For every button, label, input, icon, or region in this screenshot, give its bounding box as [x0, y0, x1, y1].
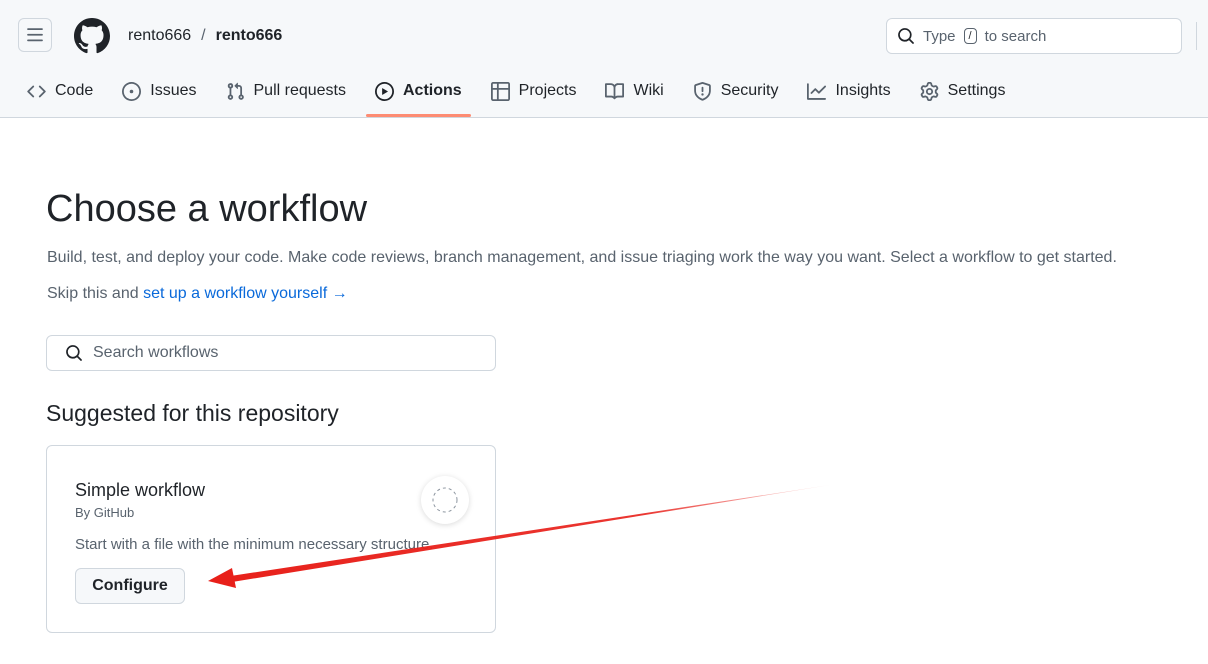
tab-insights[interactable]: Insights [798, 66, 899, 116]
configure-button[interactable]: Configure [75, 568, 185, 604]
table-icon [490, 81, 510, 101]
hamburger-menu-button[interactable] [18, 18, 52, 52]
workflow-card-title: Simple workflow [75, 480, 206, 500]
global-search-input[interactable]: Type / to search [886, 18, 1182, 54]
skip-prefix: Skip this and [47, 285, 144, 302]
book-icon [605, 82, 625, 99]
workflow-search-field[interactable] [46, 335, 496, 371]
suggested-heading: Suggested for this repository [46, 400, 339, 426]
github-logo-icon[interactable] [74, 18, 110, 54]
repo-header: rento666 / rento666 Type / to search Cod… [0, 0, 1208, 118]
slash-key-hint: / [963, 28, 977, 44]
issue-opened-icon [122, 81, 142, 101]
tab-label: Settings [947, 82, 1006, 99]
shield-icon [693, 81, 711, 101]
repo-nav: Code Issues Pull requests Actions Projec… [18, 66, 1025, 118]
search-suffix: to search [984, 27, 1047, 45]
tab-label: Wiki [633, 82, 664, 99]
tab-label: Code [55, 82, 94, 99]
git-pull-request-icon [227, 82, 244, 100]
play-icon [375, 81, 394, 101]
tab-code[interactable]: Code [18, 66, 102, 116]
search-prefix: Type [923, 27, 956, 45]
arrow-right-icon: → [331, 285, 348, 302]
tab-settings[interactable]: Settings [911, 66, 1015, 116]
gear-icon [920, 81, 938, 101]
tab-label: Security [720, 82, 779, 99]
breadcrumb: rento666 / rento666 [128, 27, 282, 45]
search-icon [66, 345, 82, 361]
tab-label: Projects [518, 82, 577, 99]
owner-link[interactable]: rento666 [128, 27, 191, 45]
setup-workflow-yourself-link[interactable]: set up a workflow yourself → [143, 285, 348, 302]
search-icon [898, 28, 914, 44]
workflow-search-input[interactable] [93, 344, 473, 362]
tab-actions[interactable]: Actions [366, 66, 471, 117]
page-title: Choose a workflow [46, 188, 368, 230]
workflow-card-author: By GitHub [75, 505, 135, 520]
tab-label: Actions [403, 82, 462, 99]
tab-pull-requests[interactable]: Pull requests [217, 66, 356, 116]
workflow-logo [421, 476, 469, 524]
tab-wiki[interactable]: Wiki [596, 66, 672, 116]
page-description: Build, test, and deploy your code. Make … [47, 249, 1117, 266]
tab-projects[interactable]: Projects [482, 66, 586, 116]
tab-label: Issues [150, 82, 197, 99]
workflow-card-description: Start with a file with the minimum neces… [75, 536, 434, 553]
three-bars-icon [27, 28, 43, 42]
tab-label: Pull requests [253, 82, 347, 99]
header-divider [1196, 22, 1197, 50]
tab-security[interactable]: Security [684, 66, 788, 116]
tab-label: Insights [835, 82, 891, 99]
skip-line: Skip this and set up a workflow yourself… [47, 285, 348, 303]
setup-link-label: set up a workflow yourself [143, 285, 328, 302]
breadcrumb-separator: / [201, 27, 206, 44]
dashed-circle-icon [432, 487, 458, 513]
tab-issues[interactable]: Issues [113, 66, 205, 116]
repo-link[interactable]: rento666 [216, 27, 283, 45]
workflow-card-simple: Simple workflow By GitHub Start with a f… [46, 445, 496, 633]
graph-icon [807, 82, 827, 100]
code-icon [27, 85, 46, 97]
